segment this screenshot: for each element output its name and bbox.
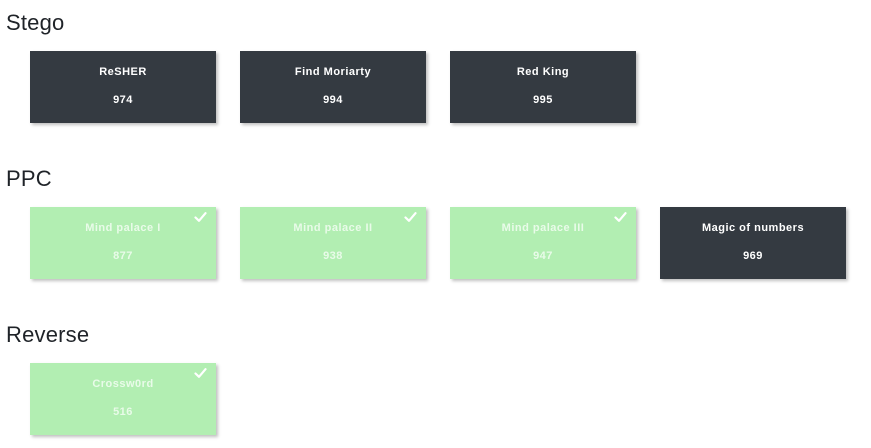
task-name: Red King [516, 66, 570, 78]
task-points: 877 [113, 250, 133, 262]
task-name: Mind palace I [85, 222, 161, 234]
category-title: PPC [6, 166, 52, 191]
task-points: 969 [743, 250, 763, 262]
category-title: Stego [6, 10, 65, 35]
task-name: Mind palace III [501, 222, 585, 234]
task-card-mind-palace-3[interactable]: Mind palace III 947 [450, 207, 636, 279]
task-points: 994 [323, 94, 343, 106]
task-name: ReSHER [99, 66, 147, 78]
task-name: Find Moriarty [294, 66, 372, 78]
task-card-mind-palace-1[interactable]: Mind palace I 877 [30, 207, 216, 279]
task-card-find-moriarty[interactable]: Find Moriarty 994 [240, 51, 426, 123]
category-title: Reverse [6, 322, 90, 347]
task-card-resher[interactable]: ReSHER 974 [30, 51, 216, 123]
task-card-crossw0rd[interactable]: Crossw0rd 516 [30, 363, 216, 435]
task-card-magic-of-numbers[interactable]: Magic of numbers 969 [660, 207, 846, 279]
task-name: Mind palace II [293, 222, 373, 234]
task-card-mind-palace-2[interactable]: Mind palace II 938 [240, 207, 426, 279]
task-points: 938 [323, 250, 343, 262]
task-name: Crossw0rd [92, 378, 154, 390]
task-name: Magic of numbers [701, 222, 805, 234]
task-card-red-king[interactable]: Red King 995 [450, 51, 636, 123]
task-points: 974 [113, 94, 133, 106]
task-points: 947 [533, 250, 553, 262]
task-points: 995 [533, 94, 553, 106]
task-points: 516 [113, 406, 133, 418]
